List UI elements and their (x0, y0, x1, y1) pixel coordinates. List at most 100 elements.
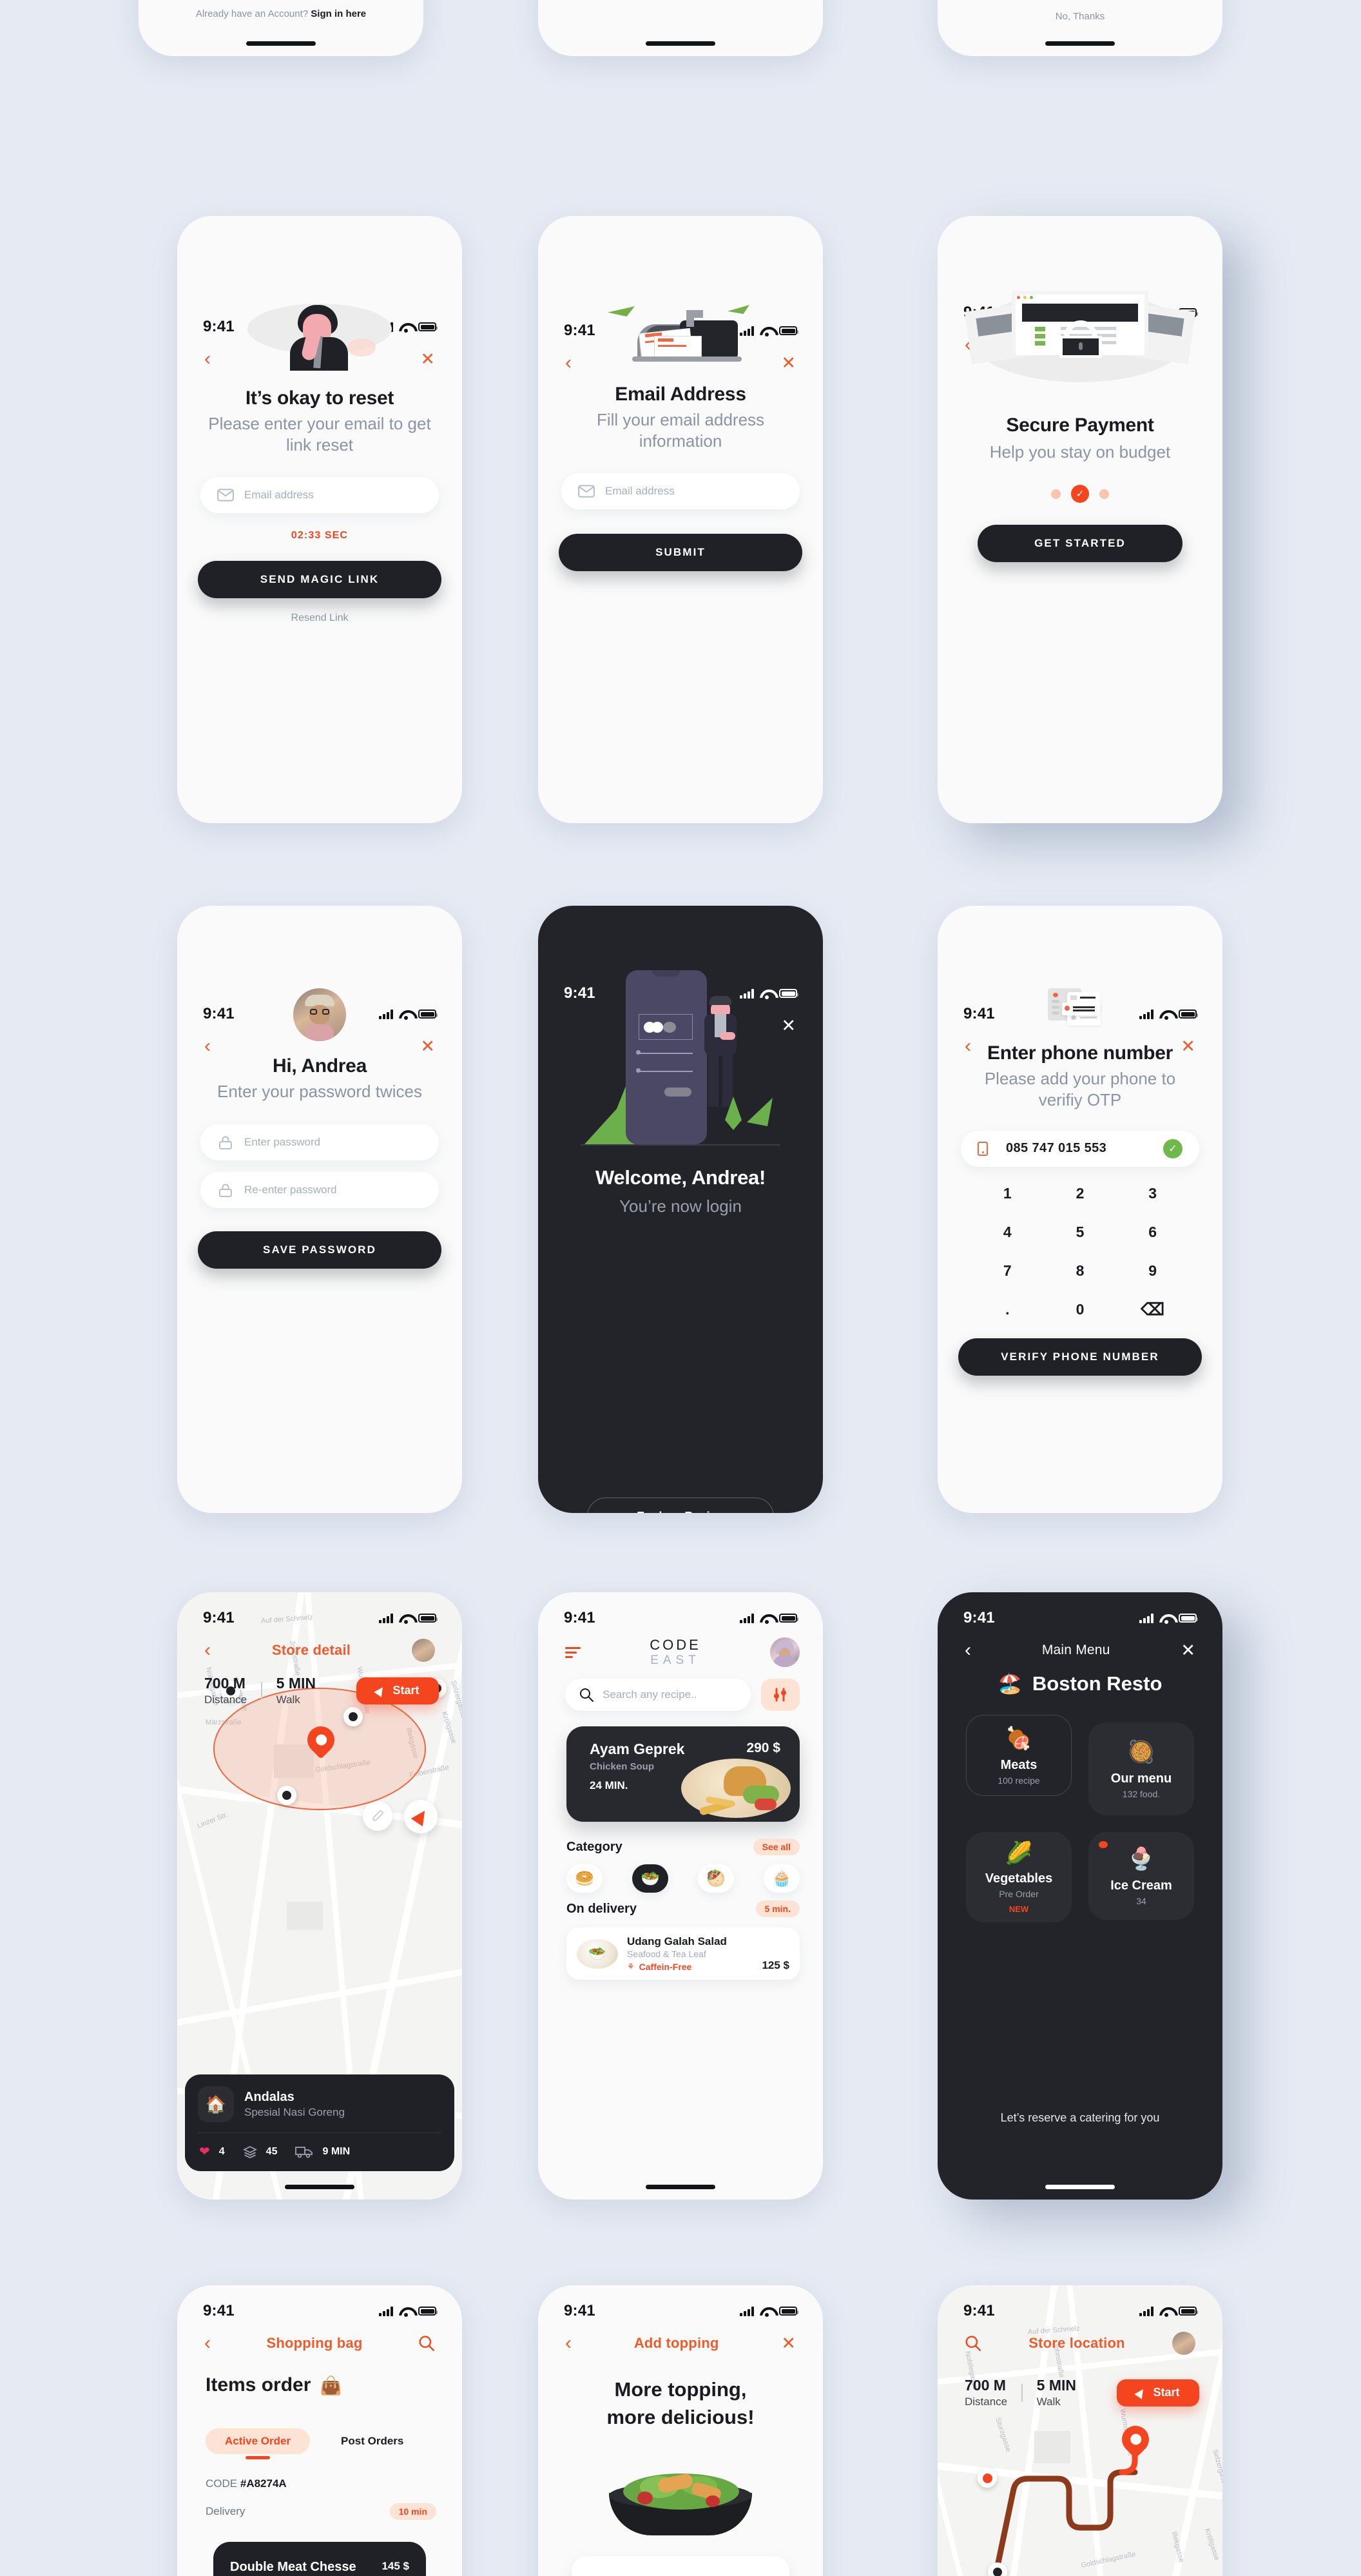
key-5[interactable]: 5 (1044, 1213, 1117, 1252)
start-button[interactable]: Start (356, 1677, 439, 1704)
key-1[interactable]: 1 (971, 1175, 1044, 1213)
envelope-icon (217, 488, 234, 502)
verify-phone-button[interactable]: VERIFY PHONE NUMBER (958, 1338, 1202, 1376)
close-icon[interactable]: ✕ (420, 350, 435, 368)
store-card[interactable]: 🏠 Andalas Spesial Nasi Goreng ❤ 4 45 9 M… (185, 2074, 454, 2171)
menu-tile-our-menu[interactable]: 🥘 Our menu 132 food. (1088, 1722, 1194, 1815)
key-dot[interactable]: . (971, 1291, 1044, 1329)
map-dot[interactable] (343, 1707, 363, 1726)
avatar[interactable] (412, 1639, 435, 1662)
key-0[interactable]: 0 (1044, 1291, 1117, 1329)
delivery-item-card[interactable]: 🥗 Udang Galah Salad Seafood & Tea Leaf ⚘… (566, 1927, 800, 1980)
back-icon[interactable]: ‹ (965, 1037, 971, 1056)
start-button[interactable]: Start (1117, 2379, 1199, 2406)
map-dot-origin[interactable] (978, 2468, 997, 2488)
page-title: More topping, more delicious! (538, 2376, 823, 2432)
start-button-label: Start (392, 1684, 420, 1697)
menu-tiles[interactable]: 🍖 Meats 100 recipe 🥘 Our menu 132 food. … (966, 1715, 1194, 1922)
filter-button[interactable] (761, 1679, 800, 1711)
back-icon[interactable]: ‹ (565, 353, 572, 373)
key-4[interactable]: 4 (971, 1213, 1044, 1252)
get-started-button[interactable]: GET STARTED (978, 525, 1182, 563)
page-dot[interactable] (1051, 489, 1061, 499)
status-bar: 9:41 (177, 1592, 462, 1632)
avatar[interactable] (770, 1637, 800, 1667)
menu-tile-ice-cream[interactable]: 🍨 Ice Cream 34 (1088, 1832, 1194, 1920)
map-dot[interactable] (277, 1786, 296, 1805)
search-input[interactable]: Search any recipe.. (565, 1679, 751, 1711)
see-all-button[interactable]: See all (753, 1839, 800, 1855)
close-icon[interactable]: ✕ (781, 354, 796, 372)
store-name: Andalas (244, 2089, 294, 2104)
avatar[interactable] (1172, 2332, 1195, 2355)
menu-tile-vegetables[interactable]: 🌽 Vegetables Pre Order NEW (966, 1832, 1072, 1922)
key-7[interactable]: 7 (971, 1252, 1044, 1291)
search-icon[interactable] (418, 2335, 435, 2352)
order-tabs[interactable]: Active Order Post Orders (206, 2428, 436, 2454)
battery-icon (1179, 1614, 1198, 1623)
menu-icon[interactable] (565, 1646, 581, 1658)
edit-fab[interactable] (363, 1801, 392, 1831)
close-icon[interactable]: ✕ (781, 1017, 796, 1035)
page-dot-active[interactable]: ✓ (1071, 485, 1089, 503)
signin-prompt[interactable]: Already have an Account? Sign in here (139, 8, 423, 19)
catering-footer[interactable]: Let’s reserve a catering for you (938, 2111, 1222, 2125)
search-icon[interactable] (965, 2335, 981, 2352)
key-6[interactable]: 6 (1116, 1213, 1189, 1252)
confirm-password-field[interactable]: Re-enter password (200, 1172, 439, 1209)
order-item-card[interactable]: Double Meat Chesse 145 $ (213, 2542, 426, 2576)
home-indicator (646, 2185, 715, 2189)
tab-post-orders[interactable]: Post Orders (332, 2428, 412, 2454)
key-8[interactable]: 8 (1044, 1252, 1117, 1291)
resend-link[interactable]: Resend Link (177, 612, 462, 624)
back-icon[interactable]: ‹ (204, 1641, 211, 1660)
back-icon[interactable]: ‹ (204, 1037, 211, 1056)
nav-bar: ‹ Shopping bag (177, 2325, 462, 2361)
key-9[interactable]: 9 (1116, 1252, 1189, 1291)
no-thanks-link[interactable]: No, Thanks (938, 11, 1222, 22)
submit-button[interactable]: SUBMIT (559, 533, 802, 571)
save-password-button[interactable]: SAVE PASSWORD (198, 1231, 441, 1269)
navigate-fab[interactable] (404, 1800, 438, 1833)
phone-store-location: Nobilegasse Sturzgasse Johnstraße Wurmse… (938, 2285, 1222, 2576)
password-field[interactable]: Enter password (200, 1124, 439, 1161)
tab-active-order[interactable]: Active Order (206, 2428, 311, 2454)
walk-value: 5 MIN (276, 1675, 316, 1692)
close-icon[interactable]: ✕ (1181, 1641, 1195, 1659)
back-icon[interactable]: ‹ (204, 2334, 211, 2353)
delivery-time-badge: 10 min (389, 2503, 436, 2520)
page-dots[interactable]: ✓ (938, 485, 1222, 503)
page-dot[interactable] (1099, 489, 1109, 499)
category-chip-selected[interactable]: 🥗 (632, 1864, 668, 1893)
email-field[interactable]: Email address (561, 473, 800, 509)
topping-item-card[interactable]: 🍢 Pisang − 1 + (572, 2556, 789, 2576)
mailbox-illustration (600, 305, 761, 367)
numeric-keypad[interactable]: 1 2 3 4 5 6 7 8 9 . 0 ⌫ (971, 1175, 1189, 1329)
phone-middle-partial: ✓ (538, 0, 823, 56)
explore-recipe-button[interactable]: Explore Recipe (587, 1498, 774, 1513)
status-bar: 9:41 (538, 1592, 823, 1632)
category-chip[interactable]: 🥯 (566, 1864, 603, 1893)
close-icon[interactable]: ✕ (420, 1037, 435, 1055)
back-icon[interactable]: ‹ (204, 349, 211, 369)
close-icon[interactable]: ✕ (781, 2334, 796, 2352)
back-icon[interactable]: ‹ (965, 1641, 971, 1660)
navigation-arrow-icon (374, 1684, 387, 1697)
featured-dish-card[interactable]: Ayam Geprek Chicken Soup 24 MIN. 290 $ (566, 1726, 800, 1822)
signin-link[interactable]: Sign in here (311, 8, 366, 19)
send-magic-link-button[interactable]: SEND MAGIC LINK (198, 560, 441, 598)
email-field[interactable]: Email address (200, 476, 439, 513)
heart-icon[interactable]: ❤ (199, 2143, 210, 2160)
back-icon[interactable]: ‹ (565, 2334, 572, 2353)
category-chip[interactable]: 🥙 (698, 1864, 734, 1893)
key-2[interactable]: 2 (1044, 1175, 1117, 1213)
key-3[interactable]: 3 (1116, 1175, 1189, 1213)
category-chip[interactable]: 🧁 (764, 1864, 800, 1893)
menu-tile-meats[interactable]: 🍖 Meats 100 recipe (966, 1715, 1072, 1796)
account-prompt-text: Already have an Account? (195, 8, 309, 19)
phone-number-field[interactable]: 085 747 015 553 ✓ (961, 1130, 1199, 1167)
status-time: 9:41 (203, 318, 235, 335)
backspace-icon[interactable]: ⌫ (1116, 1291, 1189, 1329)
category-list[interactable]: 🥯 🥗 🥙 🧁 (566, 1864, 800, 1893)
close-icon[interactable]: ✕ (1181, 1037, 1195, 1055)
